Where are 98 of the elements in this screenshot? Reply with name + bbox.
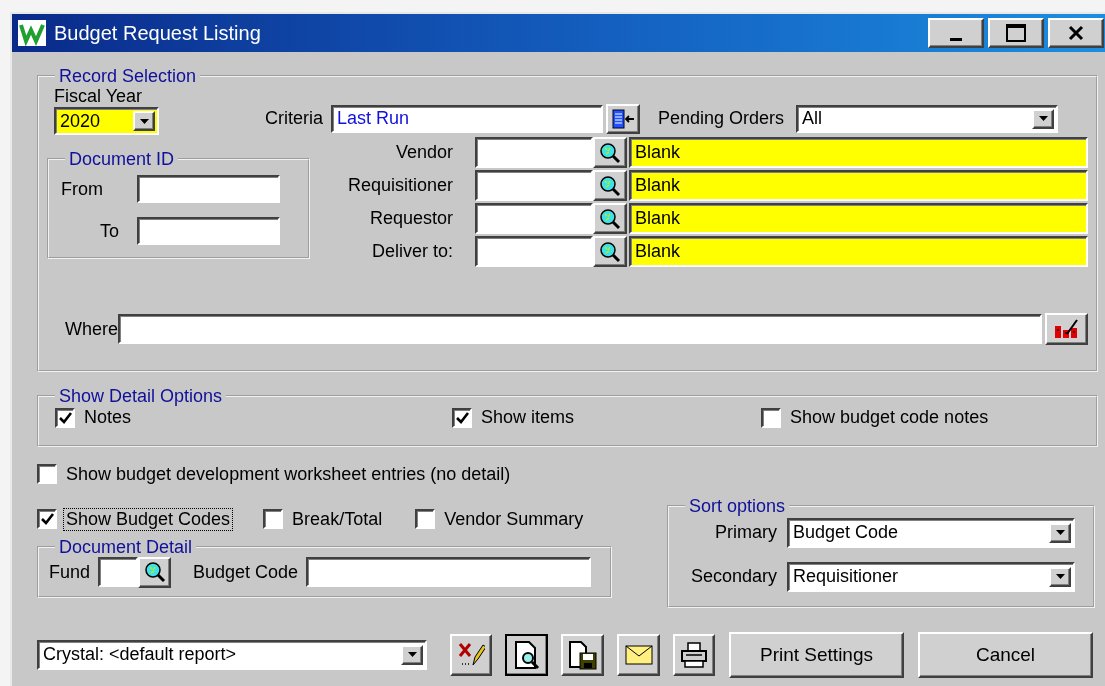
app-logo-icon xyxy=(18,20,46,46)
page-floppy-icon xyxy=(567,639,598,670)
checkbox[interactable] xyxy=(37,464,57,484)
group-legend: Document ID xyxy=(65,149,179,169)
pending-orders-dropdown[interactable]: All xyxy=(796,104,1059,133)
dropdown-button[interactable] xyxy=(1049,566,1071,587)
save-button[interactable] xyxy=(561,633,604,676)
field-label: Requestor xyxy=(368,208,454,229)
field-label: Vendor xyxy=(394,142,454,163)
lookup-field[interactable] xyxy=(475,203,593,234)
lookup-description: Blank xyxy=(629,236,1088,267)
maximize-icon xyxy=(1006,24,1026,42)
checkbox[interactable] xyxy=(55,407,75,428)
lookup-button[interactable] xyxy=(593,236,627,267)
lookup-button[interactable] xyxy=(593,170,627,201)
dropdown-arrow-icon xyxy=(1038,116,1048,121)
criteria-button[interactable] xyxy=(606,103,640,134)
lookup-description: Blank xyxy=(629,137,1088,168)
checkbox-label: Vendor Summary xyxy=(443,507,585,531)
lookup-field[interactable] xyxy=(475,137,593,168)
list-arrow-icon xyxy=(611,108,635,129)
lookup-field[interactable] xyxy=(475,170,593,201)
report-dropdown[interactable]: Crystal: <default report> xyxy=(37,639,427,670)
dropdown-button[interactable] xyxy=(401,644,423,665)
checkbox-label: Notes xyxy=(83,406,133,429)
query-builder-button[interactable] xyxy=(1045,313,1088,345)
dialog-button[interactable]: Print Settings xyxy=(729,631,904,678)
fund-field[interactable] xyxy=(98,557,139,587)
document-id-field[interactable] xyxy=(137,217,280,245)
checkbox[interactable] xyxy=(263,509,284,529)
magnifier-icon xyxy=(599,174,621,197)
field-label: Budget Code xyxy=(193,561,299,583)
dropdown-arrow-icon xyxy=(1055,530,1065,535)
field-label: From xyxy=(61,178,104,200)
maximize-button[interactable] xyxy=(988,18,1044,48)
minimize-button[interactable] xyxy=(928,18,984,48)
group-legend: Show Detail Options xyxy=(55,386,227,406)
lookup-button[interactable] xyxy=(593,203,627,234)
dropdown-button[interactable] xyxy=(1049,522,1071,543)
magnifier-icon xyxy=(599,240,621,263)
printer-icon xyxy=(680,641,708,668)
dropdown-arrow-icon xyxy=(139,118,149,124)
fiscal-year-dropdown[interactable]: 2020 xyxy=(54,107,159,135)
dropdown-button[interactable] xyxy=(1032,108,1055,129)
minimize-icon xyxy=(950,37,962,41)
field-label: Deliver to: xyxy=(370,241,454,262)
sort-dropdown[interactable]: Budget Code xyxy=(787,517,1075,548)
checkbox[interactable] xyxy=(761,407,781,428)
where-field[interactable] xyxy=(118,314,1042,344)
dropdown-arrow-icon xyxy=(1055,574,1065,579)
checkbox-label: Show Budget Codes xyxy=(63,507,234,531)
lookup-description: Blank xyxy=(629,203,1088,234)
check-icon xyxy=(40,513,54,525)
group-legend: Sort options xyxy=(685,495,790,516)
field-label: To xyxy=(99,220,119,242)
field-label: Fund xyxy=(49,561,91,583)
checkbox[interactable] xyxy=(37,509,57,529)
checkbox-label: Show budget code notes xyxy=(789,406,990,429)
email-button[interactable] xyxy=(617,633,660,676)
checkbox-label: Break/Total xyxy=(291,507,384,531)
group-legend: Record Selection xyxy=(55,66,201,86)
field-label: Primary xyxy=(714,522,777,543)
preview-button[interactable] xyxy=(505,633,548,676)
field-label: Pending Orders xyxy=(658,108,785,129)
checkbox-label: Show budget development worksheet entries (no detail) xyxy=(65,462,512,486)
dropdown-button[interactable] xyxy=(133,111,155,131)
field-label: Requisitioner xyxy=(346,175,454,196)
checkbox[interactable] xyxy=(452,407,472,428)
magnifier-icon xyxy=(599,207,621,230)
page-magnifier-icon xyxy=(512,639,541,670)
checkbox[interactable] xyxy=(415,509,436,529)
query-builder-icon xyxy=(1052,318,1081,340)
field-label: Where xyxy=(65,318,118,340)
print-button[interactable] xyxy=(673,633,715,676)
close-button[interactable] xyxy=(1048,18,1104,48)
lookup-field[interactable] xyxy=(475,236,593,267)
field-label: Fiscal Year xyxy=(54,86,144,107)
magnifier-icon xyxy=(599,141,621,164)
field-label: Criteria xyxy=(265,108,323,129)
fund-lookup-button[interactable] xyxy=(138,556,172,588)
sort-dropdown[interactable]: Requisitioner xyxy=(787,561,1075,592)
group-legend: Document Detail xyxy=(55,536,197,557)
lookup-button[interactable] xyxy=(593,137,627,168)
envelope-icon xyxy=(624,644,653,665)
window-title: Budget Request Listing xyxy=(54,21,262,45)
lookup-description: Blank xyxy=(629,170,1088,201)
criteria-field[interactable]: Last Run xyxy=(331,104,603,133)
check-icon xyxy=(58,411,72,424)
check-icon xyxy=(455,411,469,424)
field-label: Secondary xyxy=(689,566,777,587)
clear-button[interactable] xyxy=(450,633,492,676)
dropdown-arrow-icon xyxy=(407,652,417,657)
magnifier-icon xyxy=(143,561,166,583)
budget-code-field[interactable] xyxy=(306,557,592,587)
dialog-button[interactable]: Cancel xyxy=(918,631,1093,678)
checkbox-label: Show items xyxy=(480,406,576,429)
document-id-field[interactable] xyxy=(137,175,280,203)
close-icon xyxy=(1068,25,1084,41)
